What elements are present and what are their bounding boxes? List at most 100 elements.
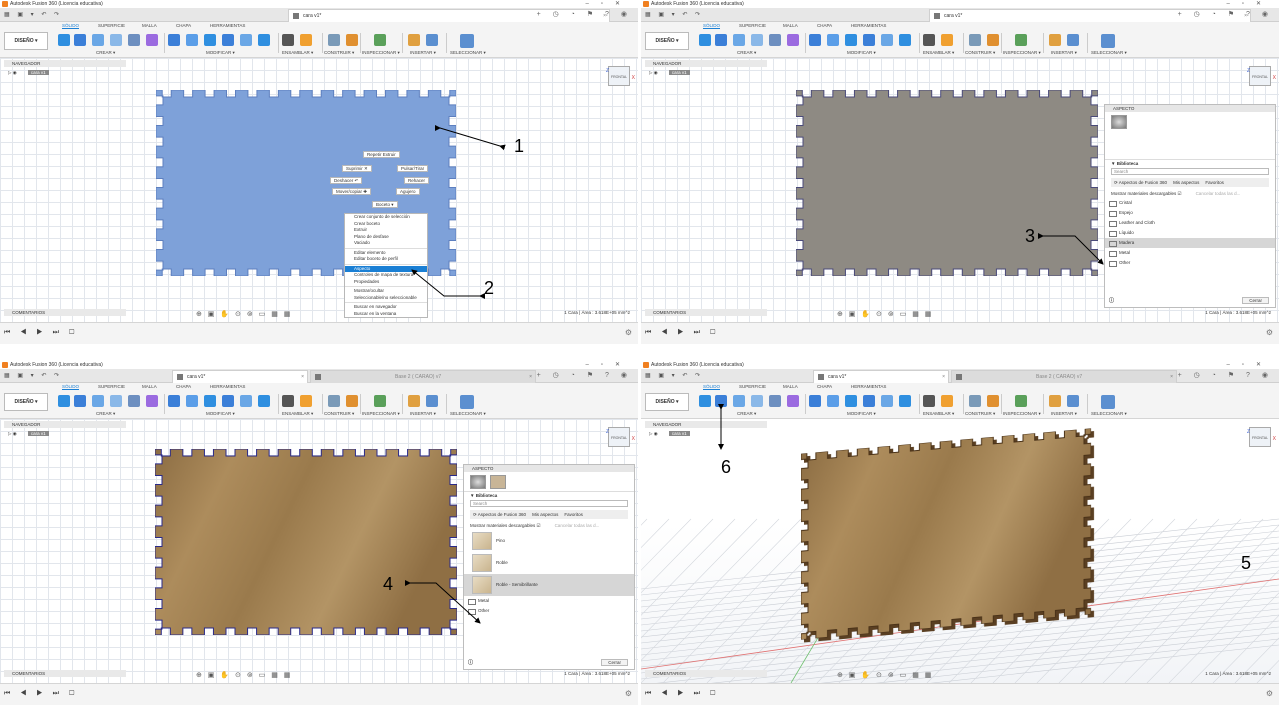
ribbon-tool-icon[interactable]	[751, 395, 763, 407]
ribbon-tool-icon[interactable]	[282, 395, 294, 407]
ribbon-group-label[interactable]: ENSAMBLAR ▾	[282, 50, 313, 56]
ribbon-tool-icon[interactable]	[328, 34, 340, 46]
quick-access-icons[interactable]: ▦ ▣ ▾ ↶ ↷	[645, 11, 703, 18]
ribbon-tool-icon[interactable]	[146, 395, 158, 407]
ribbon-group-label[interactable]: MODIFICAR ▾	[847, 411, 876, 417]
navigator-header[interactable]: NAVEGADOR	[4, 60, 126, 67]
show-downloadable-row[interactable]: Mostrar materiales descargables ☑ Cancela…	[464, 522, 634, 530]
account-icons[interactable]: + ◷ ◔ ⚑ ? ◉	[1178, 371, 1273, 379]
ribbon-tool-icon[interactable]	[881, 395, 893, 407]
ribbon-tool-icon[interactable]	[827, 34, 839, 46]
material-swatch[interactable]	[470, 475, 486, 489]
ribbon-tool-icon[interactable]	[258, 34, 270, 46]
close-tab-icon[interactable]: ×	[529, 371, 532, 383]
close-tab-icon[interactable]: ×	[1170, 371, 1173, 383]
ribbon-tool-icon[interactable]	[1101, 34, 1115, 48]
ribbon-tool-icon[interactable]	[186, 395, 198, 407]
viewport-canvas[interactable]: NAVEGADOR ▷ ◉ cara v1 FRONTAL Z X	[0, 58, 638, 322]
lib-tab-fusion[interactable]: ⟳ Aspectos de Fusion 360	[1114, 180, 1167, 185]
context-menu-item[interactable]: Vaciado	[345, 240, 427, 247]
ribbon-tool-icon[interactable]	[969, 34, 981, 46]
gear-icon[interactable]: ⚙	[625, 689, 632, 698]
sketch-button[interactable]: Boceto ▾	[372, 201, 398, 208]
ribbon-tab[interactable]: HERRAMIENTAS	[210, 23, 245, 28]
ribbon-tool-icon[interactable]	[1101, 395, 1115, 409]
ribbon-tab[interactable]: HERRAMIENTAS	[851, 23, 886, 28]
ribbon-tab[interactable]: SÓLIDO	[62, 384, 80, 390]
ribbon-tool-icon[interactable]	[426, 34, 438, 46]
navigator-header[interactable]: NAVEGADOR	[645, 60, 767, 67]
ribbon-tool-icon[interactable]	[863, 395, 875, 407]
ribbon-tab[interactable]: SUPERFICIE	[739, 23, 766, 28]
panel-plate-wood[interactable]	[155, 449, 457, 635]
navigation-toolbar[interactable]: ⊕ ▣ ✋ ⊙ ⊚ ▭ ▦ ▦	[196, 671, 292, 679]
ribbon-tool-icon[interactable]	[74, 395, 86, 407]
panel-plate-gray[interactable]	[796, 90, 1098, 276]
ribbon-tool-icon[interactable]	[128, 395, 140, 407]
hole-button[interactable]: Agujero	[396, 188, 420, 195]
info-icon[interactable]: ⓘ	[468, 659, 473, 666]
ribbon-tool-icon[interactable]	[809, 395, 821, 407]
ribbon-tool-icon[interactable]	[426, 395, 438, 407]
ribbon-group-label[interactable]: CONSTRUIR ▾	[324, 411, 354, 417]
navigation-toolbar[interactable]: ⊕ ▣ ✋ ⊙ ⊚ ▭ ▦ ▦	[837, 310, 933, 318]
ribbon-tab[interactable]: MALLA	[783, 23, 798, 28]
ribbon-tool-icon[interactable]	[1015, 34, 1027, 46]
ribbon-tool-icon[interactable]	[258, 395, 270, 407]
window-controls[interactable]: –▫✕	[586, 0, 633, 8]
ribbon-tool-icon[interactable]	[809, 34, 821, 46]
material-folder[interactable]: Leather and Cloth	[1105, 218, 1275, 228]
viewcube[interactable]: FRONTAL Z X	[606, 427, 635, 447]
ribbon-tab[interactable]: SUPERFICIE	[739, 384, 766, 389]
search-input[interactable]: Search	[470, 500, 628, 507]
ribbon-tool-icon[interactable]	[699, 34, 711, 46]
press-pull-button[interactable]: Pulsar/Tirar	[397, 165, 429, 172]
ribbon-group-label[interactable]: CREAR ▾	[737, 411, 756, 417]
ribbon-tab[interactable]: CHAPA	[817, 23, 832, 28]
ribbon-tool-icon[interactable]	[987, 34, 999, 46]
ribbon-tool-icon[interactable]	[733, 34, 745, 46]
ribbon-tool-icon[interactable]	[240, 395, 252, 407]
ribbon-group-label[interactable]: SELECCIONAR ▾	[1091, 50, 1127, 56]
ribbon-tool-icon[interactable]	[715, 34, 727, 46]
ribbon-tool-icon[interactable]	[715, 395, 727, 407]
ribbon-tool-icon[interactable]	[1015, 395, 1027, 407]
workspace-selector[interactable]: DISEÑO ▾	[645, 393, 689, 411]
ribbon-group-label[interactable]: MODIFICAR ▾	[206, 50, 235, 56]
ribbon-tool-icon[interactable]	[128, 34, 140, 46]
close-tab-icon[interactable]: ×	[301, 371, 304, 383]
viewcube[interactable]: FRONTAL Z X	[1247, 66, 1276, 86]
material-folder[interactable]: Metal	[1105, 248, 1275, 258]
ribbon-tool-icon[interactable]	[899, 34, 911, 46]
window-controls[interactable]: –▫✕	[1227, 0, 1274, 8]
workspace-selector[interactable]: DISEÑO ▾	[645, 32, 689, 50]
material-swatch[interactable]	[490, 475, 506, 489]
ribbon-tool-icon[interactable]	[374, 395, 386, 407]
ribbon-group-label[interactable]: SELECCIONAR ▾	[1091, 411, 1127, 417]
search-input[interactable]: Search	[1111, 168, 1269, 175]
ribbon-tool-icon[interactable]	[328, 395, 340, 407]
ribbon-group-label[interactable]: INSPECCIONAR ▾	[362, 411, 400, 417]
ribbon-tab[interactable]: MALLA	[783, 384, 798, 389]
ribbon-tab[interactable]: SUPERFICIE	[98, 384, 125, 389]
window-controls[interactable]: –▫✕	[586, 361, 633, 369]
cancel-downloads-link[interactable]: Cancelar todas las d...	[555, 523, 600, 528]
material-item[interactable]: Pino	[464, 530, 634, 552]
quick-access-icons[interactable]: ▦ ▣ ▾ ↶ ↷	[645, 372, 703, 379]
viewcube[interactable]: FRONTAL Z X	[606, 66, 635, 86]
ribbon-group-label[interactable]: INSERTAR ▾	[1051, 411, 1077, 417]
ribbon-tool-icon[interactable]	[92, 34, 104, 46]
ribbon-tool-icon[interactable]	[987, 395, 999, 407]
cancel-downloads-link[interactable]: Cancelar todas las d...	[1196, 191, 1241, 196]
ribbon-tool-icon[interactable]	[58, 395, 70, 407]
material-swatch[interactable]	[1111, 115, 1127, 129]
ribbon-tool-icon[interactable]	[941, 395, 953, 407]
close-button[interactable]: Cerrar	[1242, 297, 1269, 304]
lib-tab-favorites[interactable]: Favoritos	[1205, 180, 1224, 185]
timeline-controls[interactable]: ⏮ ◀ ▶ ⏭ ▢	[645, 329, 719, 337]
library-section[interactable]: ▼ Biblioteca	[464, 492, 634, 500]
ribbon-group-label[interactable]: CREAR ▾	[737, 50, 756, 56]
ribbon-tab[interactable]: SÓLIDO	[703, 23, 721, 29]
ribbon-group-label[interactable]: ENSAMBLAR ▾	[923, 50, 954, 56]
ribbon-tab[interactable]: SÓLIDO	[62, 23, 80, 29]
